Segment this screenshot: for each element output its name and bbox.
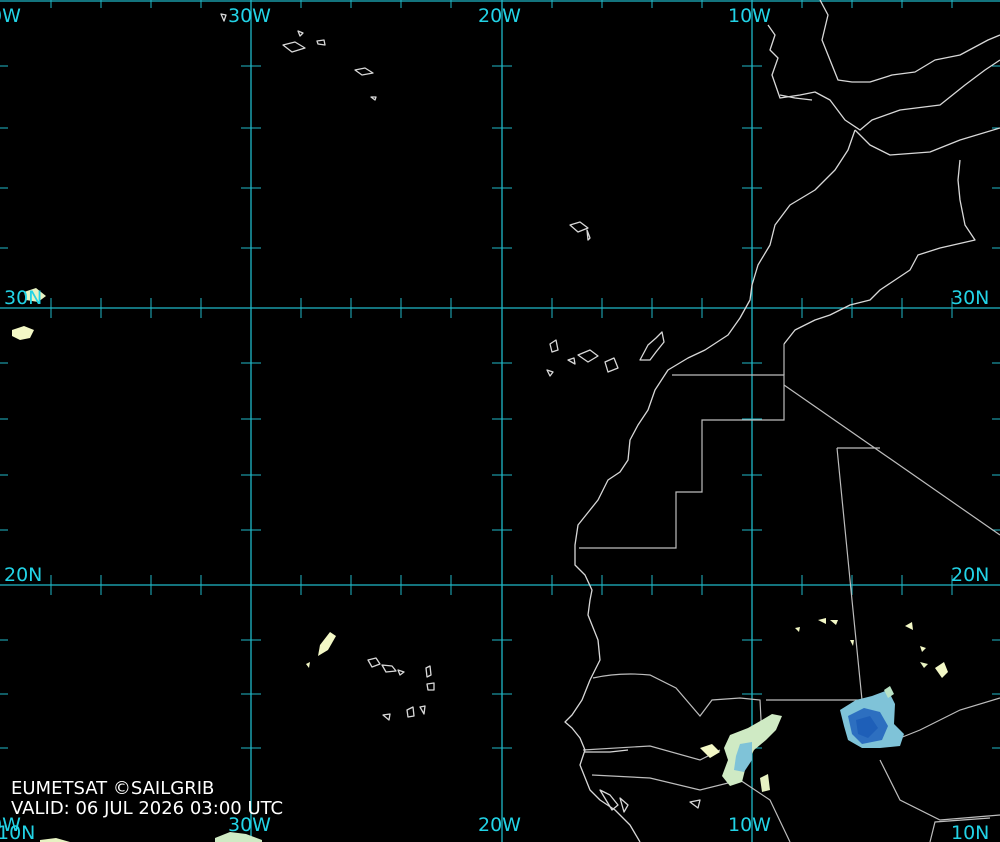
lon-label-top: 0W (0, 5, 21, 27)
lon-label-top: 20W (478, 5, 521, 27)
cloud-patch (12, 326, 34, 340)
atlas-region-line (783, 159, 976, 345)
cape-verde-island (382, 713, 391, 721)
iberia-north-coast (819, 0, 1000, 83)
madeira-island (569, 221, 589, 233)
lat-label-right: 30N (951, 287, 990, 309)
coastal-islands (619, 797, 629, 813)
lon-label-top: 10W (728, 5, 771, 27)
grid-ticks (0, 0, 1000, 749)
mauritania-mali-border (766, 447, 880, 701)
cloud-patch (306, 662, 310, 668)
algeria-mali-border (783, 384, 1000, 536)
cape-verde-island (381, 664, 397, 673)
cape-verde-island (426, 682, 435, 691)
gambia-river (584, 749, 629, 753)
gambia-border (582, 745, 721, 761)
cloud-patch (830, 620, 838, 625)
azores-island (220, 13, 227, 22)
canary-island (577, 349, 599, 363)
lat-label-left: 10N (0, 822, 36, 842)
cloud-patch (318, 632, 336, 656)
lon-label-bottom: 10W (728, 814, 771, 836)
cloud-cover (12, 288, 948, 842)
cloud-patch (795, 627, 800, 632)
cloud-patch (905, 622, 913, 630)
lat-label-right: 10N (951, 822, 990, 842)
canary-island (549, 339, 559, 353)
cloud-patch (850, 640, 854, 646)
lon-label-bottom: 20W (478, 814, 521, 836)
cloud-patch (935, 662, 948, 678)
azores-island (370, 96, 377, 101)
cape-verde-island (367, 657, 381, 668)
cape-verde-island (425, 665, 432, 678)
west-africa-coast (564, 129, 856, 842)
cloud-patch (760, 774, 770, 792)
mali-niger-border (894, 697, 1000, 741)
senegal-mali-border (592, 673, 763, 741)
cloud-patch (818, 618, 826, 624)
lon-label-top: 30W (228, 5, 271, 27)
azores-island (316, 39, 326, 46)
source-credit: EUMETSAT ©SAILGRIB (11, 778, 215, 799)
azores-island (282, 41, 306, 53)
coastal-islands (689, 799, 701, 809)
map-canvas (0, 0, 1000, 842)
valid-time: VALID: 06 JUL 2026 03:00 UTC (11, 798, 284, 819)
lat-label-right: 20N (951, 564, 990, 586)
azores-island (297, 30, 304, 37)
cloud-patch (920, 662, 928, 668)
lat-label-left: 20N (4, 564, 43, 586)
lat-label-left: 30N (4, 287, 43, 309)
cape-verde-island (419, 705, 426, 715)
cape-verde-island (397, 669, 405, 676)
cloud-patch (700, 744, 720, 758)
satellite-map[interactable]: 0W 30W 20W 10W 0W 30W 20W 10W 30N 20N 10… (0, 0, 1000, 842)
burkina-border (879, 759, 1000, 821)
canary-island (604, 357, 619, 373)
canary-island (639, 331, 665, 361)
madeira-island (586, 229, 591, 241)
canary-island (546, 369, 554, 377)
cloud-patch (920, 646, 926, 652)
azores-island (354, 67, 374, 76)
western-sahara-border (579, 374, 785, 549)
north-africa-coast (854, 127, 1000, 156)
coastal-islands (599, 789, 619, 811)
cape-verde-island (406, 706, 415, 718)
canary-island (567, 357, 576, 365)
cloud-patch (40, 838, 70, 842)
